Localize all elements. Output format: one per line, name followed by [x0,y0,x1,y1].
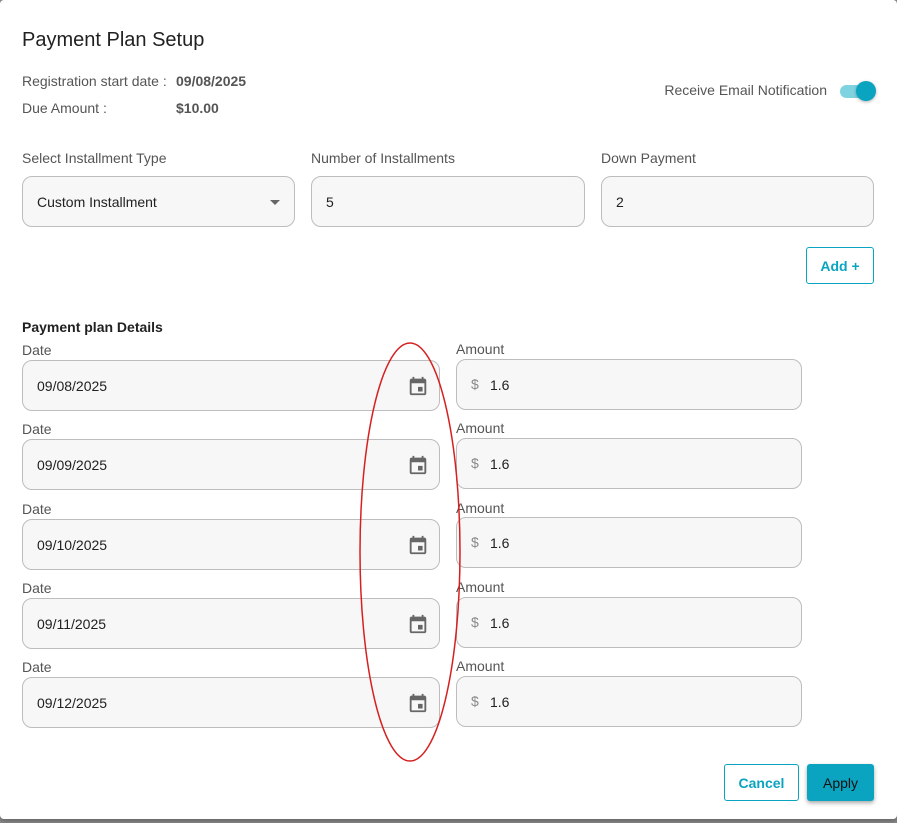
date-label: Date [22,580,52,596]
dialog-title: Payment Plan Setup [22,29,205,51]
section-title: Payment plan Details [22,319,163,335]
amount-label: Amount [456,500,505,516]
email-notification-toggle[interactable] [838,81,876,101]
amount-value: 1.6 [490,377,510,393]
registration-info: Registration start date : 09/08/2025 [22,73,246,89]
num-installments-value: 5 [326,194,334,210]
due-amount-info: Due Amount : $10.00 [22,100,219,116]
currency-symbol: $ [471,534,479,550]
amount-label: Amount [456,341,505,357]
amount-input[interactable]: $ 1.6 [456,597,802,648]
registration-label: Registration start date : [22,73,167,89]
installment-type-select[interactable]: Custom Installment [22,176,295,227]
date-value: 09/11/2025 [37,616,107,632]
date-input[interactable]: 09/10/2025 [22,519,440,570]
num-installments-label: Number of Installments [311,150,455,166]
calendar-icon[interactable] [407,534,429,556]
currency-symbol: $ [471,693,479,709]
amount-label: Amount [456,658,505,674]
date-input[interactable]: 09/11/2025 [22,598,440,649]
due-amount-value: $10.00 [176,100,219,116]
calendar-icon[interactable] [407,613,429,635]
date-label: Date [22,421,52,437]
amount-value: 1.6 [490,535,510,551]
payment-plan-dialog: Payment Plan Setup Registration start da… [0,0,897,819]
amount-value: 1.6 [490,694,510,710]
amount-value: 1.6 [490,456,510,472]
num-installments-input[interactable]: 5 [311,176,585,227]
calendar-icon[interactable] [407,375,429,397]
amount-input[interactable]: $ 1.6 [456,359,802,410]
date-input[interactable]: 09/09/2025 [22,439,440,490]
caret-down-icon [270,200,280,205]
calendar-icon[interactable] [407,454,429,476]
date-value: 09/12/2025 [37,695,108,711]
amount-label: Amount [456,579,505,595]
currency-symbol: $ [471,455,479,471]
date-label: Date [22,659,52,675]
add-button[interactable]: Add + [806,247,874,284]
down-payment-label: Down Payment [601,150,696,166]
date-value: 09/10/2025 [37,537,108,553]
currency-symbol: $ [471,614,479,630]
date-label: Date [22,501,52,517]
date-input[interactable]: 09/12/2025 [22,677,440,728]
currency-symbol: $ [471,376,479,392]
installment-type-label: Select Installment Type [22,150,167,166]
cancel-button[interactable]: Cancel [724,764,799,801]
date-label: Date [22,342,52,358]
date-value: 09/09/2025 [37,457,108,473]
registration-value: 09/08/2025 [176,73,247,89]
amount-input[interactable]: $ 1.6 [456,676,802,727]
amount-value: 1.6 [490,615,510,631]
amount-label: Amount [456,420,505,436]
apply-button[interactable]: Apply [807,764,874,801]
down-payment-value: 2 [616,194,624,210]
date-input[interactable]: 09/08/2025 [22,360,440,411]
installment-type-value: Custom Installment [37,194,157,210]
calendar-icon[interactable] [407,692,429,714]
date-value: 09/08/2025 [37,378,108,394]
toggle-thumb [856,81,876,101]
email-notification-label: Receive Email Notification [664,82,827,98]
amount-input[interactable]: $ 1.6 [456,438,802,489]
due-amount-label: Due Amount : [22,100,107,116]
down-payment-input[interactable]: 2 [601,176,874,227]
amount-input[interactable]: $ 1.6 [456,517,802,568]
